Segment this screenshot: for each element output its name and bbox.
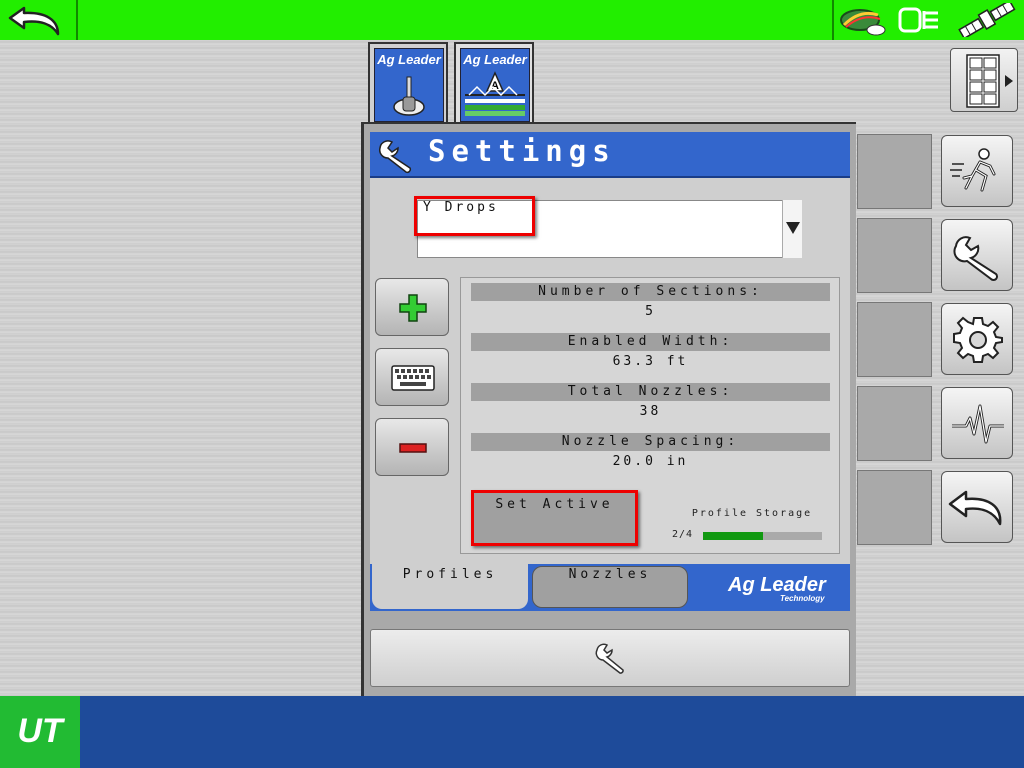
pulse-icon bbox=[952, 404, 1004, 444]
minus-icon bbox=[399, 443, 427, 453]
vt-tab-brand: Ag Leader bbox=[463, 52, 527, 67]
keyboard-icon bbox=[391, 365, 435, 391]
sections-value: 5 bbox=[645, 304, 656, 319]
plus-icon bbox=[399, 294, 427, 322]
width-label: Enabled Width: bbox=[471, 333, 830, 351]
tool-button[interactable] bbox=[370, 629, 850, 687]
sections-label: Number of Sections: bbox=[471, 283, 830, 301]
gear-icon bbox=[953, 316, 1003, 363]
run-screen-button[interactable] bbox=[941, 135, 1013, 207]
empty-softkey-slot bbox=[857, 470, 932, 545]
tab-nozzles-label: Nozzles bbox=[568, 567, 652, 582]
empty-softkey-slot bbox=[857, 386, 932, 461]
vt-tab-sprayer[interactable]: Ag Leader A bbox=[454, 42, 534, 122]
empty-softkey-slot bbox=[857, 218, 932, 293]
chevron-down-icon bbox=[786, 222, 800, 234]
add-profile-button[interactable] bbox=[375, 278, 449, 336]
spacing-label: Nozzle Spacing: bbox=[471, 433, 830, 451]
wrench-icon bbox=[953, 236, 999, 282]
empty-softkey-slot bbox=[857, 302, 932, 377]
satellite-icon bbox=[958, 0, 1016, 40]
running-man-icon bbox=[950, 148, 996, 192]
nozzles-label: Total Nozzles: bbox=[471, 383, 830, 401]
rename-profile-button[interactable] bbox=[375, 348, 449, 406]
storage-count: 2/4 bbox=[672, 529, 694, 540]
profile-select-arrow[interactable] bbox=[782, 200, 802, 258]
tab-profiles-label: Profiles bbox=[402, 567, 498, 582]
spacing-value: 20.0 in bbox=[612, 454, 689, 469]
highlight-box bbox=[414, 196, 535, 236]
status-icons bbox=[838, 0, 1018, 40]
ut-logo-text: UT bbox=[17, 712, 63, 750]
back-button[interactable] bbox=[6, 2, 68, 38]
svg-text:A: A bbox=[491, 80, 499, 92]
brand-logo-sub: Technology bbox=[780, 594, 825, 603]
width-value: 63.3 ft bbox=[612, 354, 689, 369]
topbar-divider bbox=[832, 0, 834, 40]
joystick-icon bbox=[393, 76, 425, 116]
wrench-icon bbox=[374, 136, 418, 176]
configuration-button[interactable] bbox=[941, 303, 1013, 375]
page-title: Settings bbox=[428, 134, 616, 168]
taskbar bbox=[0, 696, 1024, 768]
diagnostics-button[interactable] bbox=[941, 387, 1013, 459]
set-active-label: Set Active bbox=[495, 497, 614, 512]
storage-progress-fill bbox=[703, 532, 763, 540]
storage-label: Profile Storage bbox=[691, 508, 813, 519]
isobus-icon bbox=[898, 7, 938, 33]
wrench-icon bbox=[595, 643, 624, 674]
back-arrow-icon bbox=[948, 490, 1002, 526]
vt-menu-button[interactable] bbox=[950, 48, 1018, 112]
setup-button[interactable] bbox=[941, 219, 1013, 291]
spray-status-icon bbox=[840, 9, 886, 36]
nozzles-value: 38 bbox=[639, 404, 662, 419]
vt-tab-brand: Ag Leader bbox=[377, 52, 441, 67]
topbar-divider bbox=[76, 0, 78, 40]
grid-menu-icon bbox=[966, 54, 1013, 108]
empty-softkey-slot bbox=[857, 134, 932, 209]
sprayer-boom-icon: A bbox=[465, 71, 525, 116]
delete-profile-button[interactable] bbox=[375, 418, 449, 476]
back-softkey-button[interactable] bbox=[941, 471, 1013, 543]
back-arrow-icon bbox=[8, 6, 60, 36]
vt-tab-terminal[interactable]: Ag Leader bbox=[368, 42, 448, 122]
